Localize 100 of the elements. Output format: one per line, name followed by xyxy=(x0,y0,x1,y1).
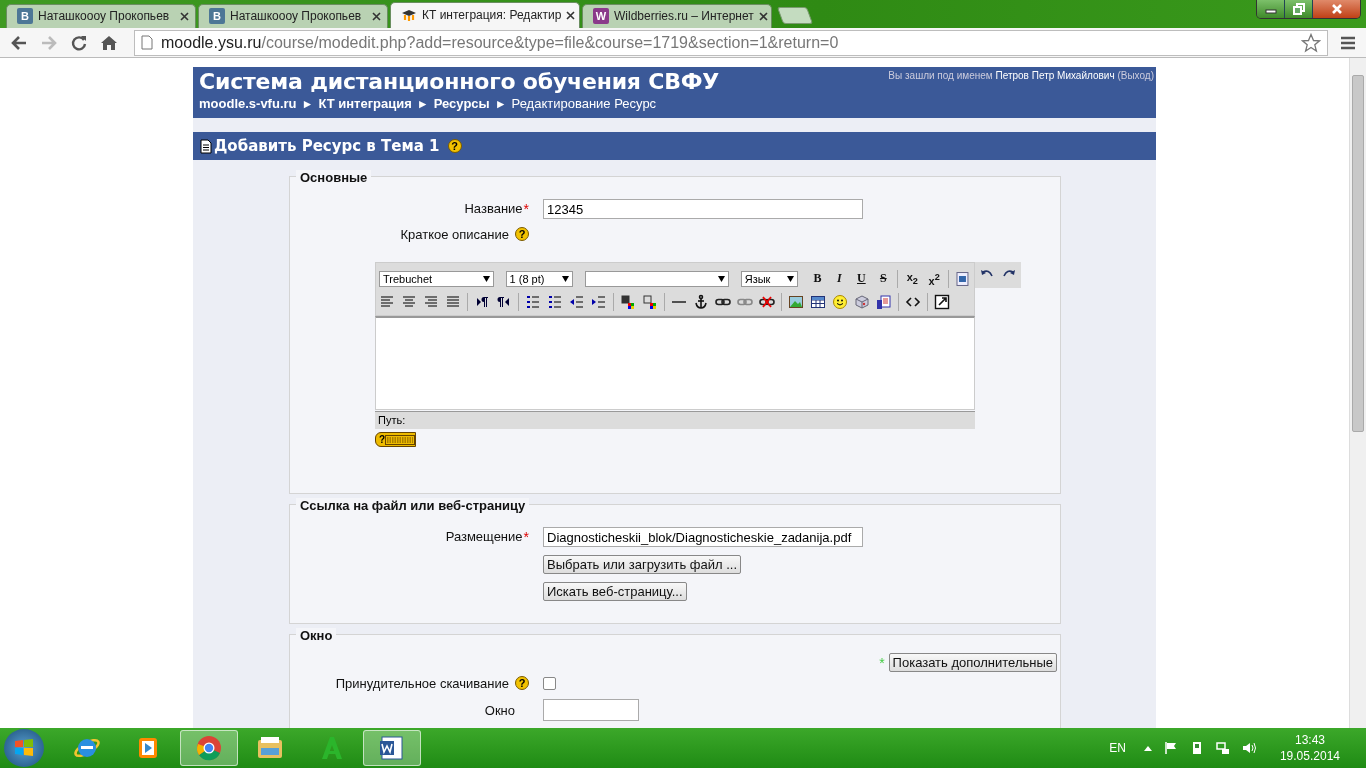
align-justify-icon[interactable] xyxy=(445,293,461,310)
close-icon[interactable] xyxy=(566,10,576,20)
show-advanced-button[interactable]: Показать дополнительные xyxy=(888,653,1057,673)
tab-title: КТ интеграция: Редактир xyxy=(422,8,562,23)
editor-dropdown[interactable]: 1 (8 pt) xyxy=(505,270,574,287)
image-icon[interactable] xyxy=(788,293,804,310)
advanced-mark: * xyxy=(879,654,885,671)
action-button[interactable]: Выбрать или загрузить файл ... xyxy=(543,555,741,575)
fullscreen-icon[interactable] xyxy=(934,293,950,310)
close-icon[interactable] xyxy=(372,11,381,21)
close-icon xyxy=(1329,3,1344,15)
keyboard-icon xyxy=(385,434,416,445)
text-color-icon[interactable] xyxy=(620,293,636,310)
show-hidden-icons-icon[interactable] xyxy=(1143,745,1152,752)
browser-tab[interactable]: W Wildberries.ru – Интернет xyxy=(582,3,772,28)
outdent-icon[interactable] xyxy=(569,293,585,310)
required-mark: * xyxy=(523,529,529,546)
document-icon xyxy=(200,138,212,154)
help-icon[interactable]: ? xyxy=(515,227,529,242)
align-right-icon[interactable] xyxy=(423,293,439,310)
favicon-icon: W xyxy=(593,8,609,25)
anchor-icon[interactable] xyxy=(693,293,709,310)
format-button[interactable]: I xyxy=(831,271,848,287)
dropdown-arrow-icon xyxy=(717,275,725,282)
path-label: Путь: xyxy=(378,414,406,427)
breadcrumb-link[interactable]: Ресурсы xyxy=(433,96,490,112)
help-icon[interactable]: ? xyxy=(515,676,529,691)
tab-title: Wildberries.ru – Интернет xyxy=(614,9,754,24)
back-icon[interactable] xyxy=(10,33,28,52)
clock-date[interactable]: 19.05.2014 xyxy=(1279,748,1340,765)
script-button[interactable]: x$_{2}$ xyxy=(904,271,921,287)
user-link[interactable]: Петров Петр Михайлович xyxy=(995,70,1115,82)
field-label: Краткое описание xyxy=(400,227,509,243)
favicon-icon: B xyxy=(17,8,33,25)
location-field[interactable]: Diagnosticheskii_blok/Diagnosticheskie_zadanija.pdf xyxy=(543,527,863,548)
network-icon[interactable] xyxy=(1215,741,1230,756)
field-label: Окно xyxy=(484,702,515,718)
flag-icon[interactable] xyxy=(1163,741,1178,756)
ordered-list-icon[interactable] xyxy=(525,293,541,310)
word-app-button[interactable] xyxy=(363,730,421,767)
close-icon[interactable] xyxy=(180,11,189,21)
breadcrumb-separator: ► xyxy=(494,96,507,111)
browser-tab[interactable]: B Наташкоооу Прокопьев xyxy=(6,3,196,28)
dropdown-arrow-icon xyxy=(786,275,794,282)
restore-button[interactable] xyxy=(1285,0,1313,18)
help-keyboard-button[interactable]: ? xyxy=(375,432,417,448)
dropdown-arrow-icon xyxy=(482,275,490,282)
editor-dropdown[interactable] xyxy=(585,270,729,287)
browser-tab[interactable]: КТ интеграция: Редактир xyxy=(390,1,580,28)
editor-dropdown[interactable]: Язык xyxy=(740,270,798,287)
reload-icon[interactable] xyxy=(70,33,88,52)
address-bar[interactable]: moodle.ysu.ru/course/modedit.php?add=resource&type=file&course=1719&section=1&return=0 xyxy=(134,29,1328,56)
script-button[interactable]: x$^{2}$ xyxy=(926,271,943,287)
format-button[interactable]: U xyxy=(853,271,870,287)
search-replace-icon[interactable] xyxy=(876,293,892,310)
align-center-icon[interactable] xyxy=(401,293,417,310)
site-title: Система дистанционного обучения СВФУ xyxy=(199,69,720,95)
home-icon[interactable] xyxy=(100,33,118,52)
tab-title: Наташкоооу Прокопьев xyxy=(38,9,171,24)
language-indicator[interactable]: EN xyxy=(1109,741,1126,756)
table-icon[interactable] xyxy=(810,293,826,310)
fieldset-legend: Ссылка на файл или веб-страницу xyxy=(296,498,530,514)
speaker-icon[interactable] xyxy=(1241,741,1258,756)
format-button[interactable]: B xyxy=(809,271,826,287)
force-download-checkbox[interactable] xyxy=(543,677,556,691)
page-heading: Добавить Ресурс в Тема 1 xyxy=(214,137,440,156)
minimize-button[interactable] xyxy=(1257,0,1285,18)
breadcrumb-current: Редактирование Ресурс xyxy=(511,96,657,112)
scrollbar[interactable] xyxy=(1349,58,1366,729)
special-character-icon[interactable] xyxy=(854,293,870,310)
editor-area[interactable] xyxy=(375,316,975,411)
name-field[interactable]: 12345 xyxy=(543,199,863,220)
bullet-list-icon[interactable] xyxy=(547,293,563,310)
start-button[interactable] xyxy=(4,729,44,768)
browser-tab[interactable]: B Наташкоооу Прокопьев xyxy=(198,3,388,28)
action-button[interactable]: Искать веб-страницу... xyxy=(543,582,687,602)
breadcrumb-separator: ► xyxy=(416,96,429,111)
close-window-button[interactable] xyxy=(1313,0,1360,18)
background-color-icon[interactable] xyxy=(642,293,658,310)
align-left-icon[interactable] xyxy=(379,293,395,310)
chrome-app-button[interactable] xyxy=(180,730,238,767)
tab-title: Наташкоооу Прокопьев xyxy=(230,9,363,24)
smiley-icon[interactable] xyxy=(832,293,848,310)
scrollbar-thumb[interactable] xyxy=(1352,75,1364,433)
breadcrumb-link[interactable]: moodle.s-vfu.ru xyxy=(199,96,297,112)
dropdown-arrow-icon xyxy=(562,275,570,282)
url-text: moodle.ysu.ru/course/modedit.php?add=resource&type=file&course=1719&section=1&return=0 xyxy=(161,33,840,52)
menu-icon[interactable] xyxy=(1340,35,1356,50)
login-info: Вы зашли под именем Петров Петр Михайлович (Выход) xyxy=(888,70,1154,82)
help-icon[interactable]: ? xyxy=(447,139,462,154)
logout-link[interactable]: (Выход) xyxy=(1117,70,1154,82)
favicon-icon: B xyxy=(209,8,225,25)
indent-icon[interactable] xyxy=(591,293,607,310)
format-button[interactable]: S xyxy=(875,271,892,287)
star-icon[interactable] xyxy=(1301,32,1321,53)
field-label: Размещение xyxy=(445,529,523,545)
close-icon[interactable] xyxy=(758,11,768,21)
breadcrumb-link[interactable]: КТ интеграция xyxy=(318,96,412,112)
editor-dropdown[interactable]: Trebuchet xyxy=(379,270,494,287)
paste-word-icon[interactable] xyxy=(955,270,972,287)
